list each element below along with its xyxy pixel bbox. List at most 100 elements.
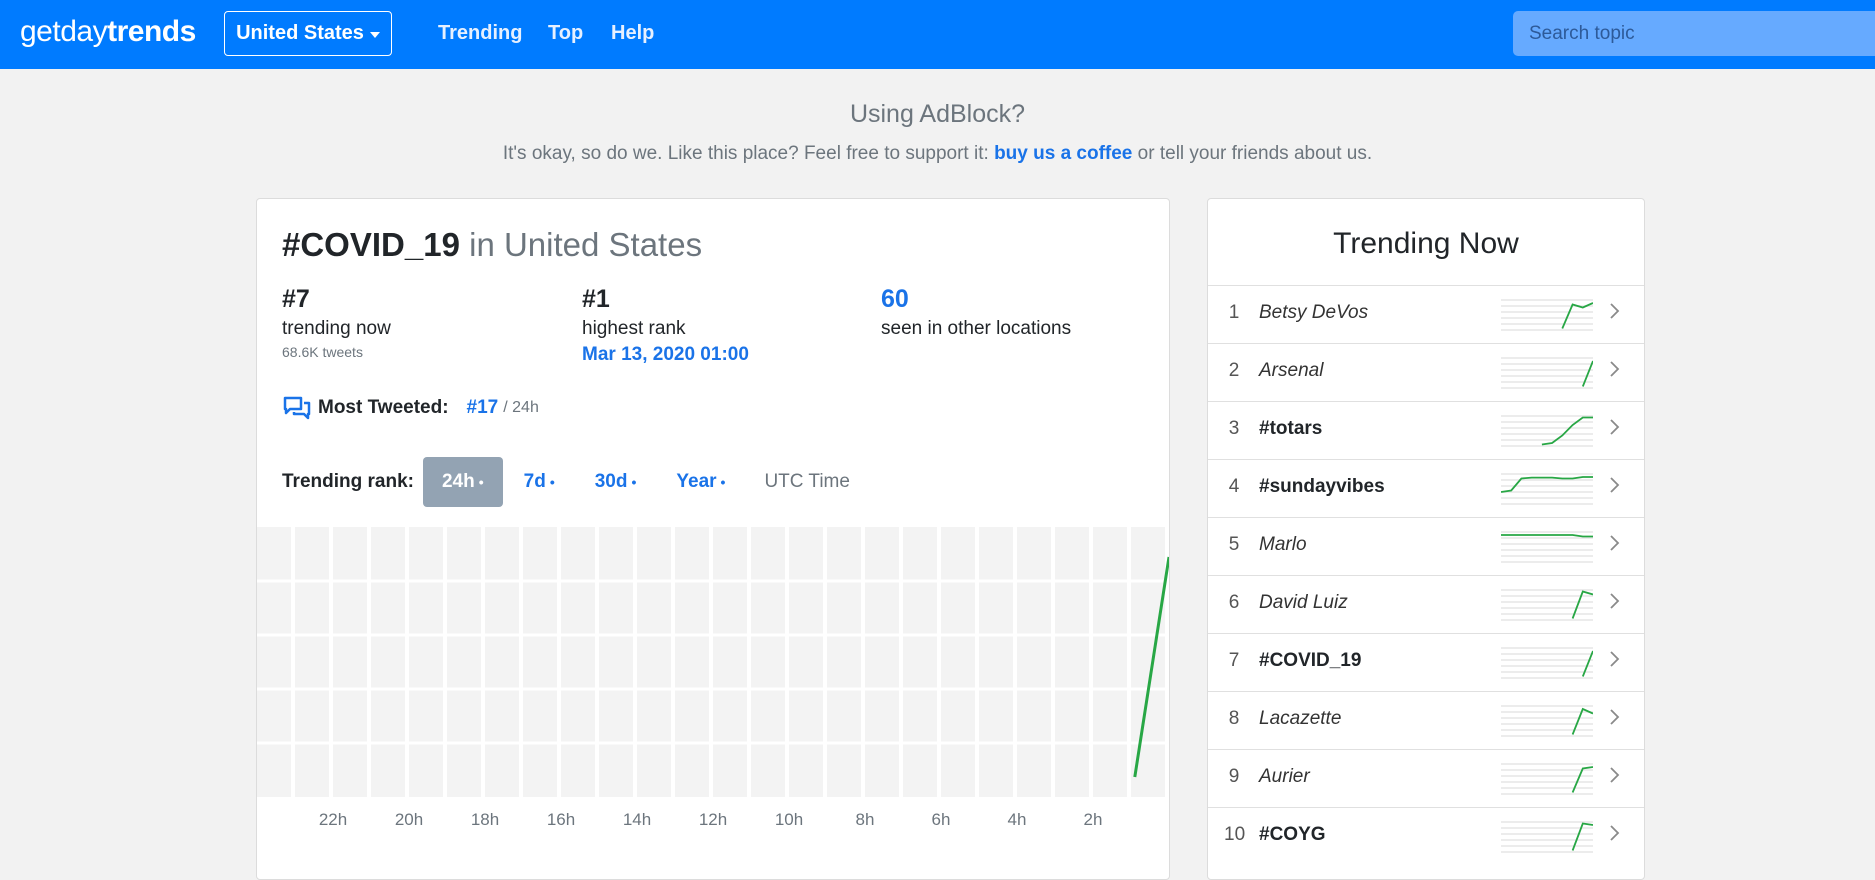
trend-topic-name[interactable]: Betsy DeVos	[1259, 302, 1368, 324]
country-dropdown-button[interactable]: United States	[224, 11, 392, 56]
top-navbar: getdaytrends United States Trending Top …	[0, 0, 1875, 69]
most-tweeted-label: Most Tweeted:	[318, 397, 449, 418]
chevron-right-icon[interactable]	[1604, 706, 1626, 728]
trending-now-label: trending now	[282, 318, 391, 339]
search-input[interactable]	[1513, 11, 1875, 56]
trend-topic-name[interactable]: David Luiz	[1259, 592, 1348, 614]
trend-list-item[interactable]: 10 #COYG	[1208, 807, 1644, 865]
trend-list-item[interactable]: 3 #totars	[1208, 401, 1644, 459]
chevron-right-icon[interactable]	[1604, 532, 1626, 554]
caret-down-icon	[369, 31, 380, 38]
topic-location: in United States	[469, 226, 703, 263]
trend-sparkline	[1501, 589, 1593, 621]
x-tick-label: 12h	[699, 810, 727, 827]
sparkline-series	[1501, 534, 1593, 538]
trend-list-item[interactable]: 7 #COVID_19	[1208, 633, 1644, 691]
chart-grid	[257, 527, 1169, 797]
highest-rank-label: highest rank	[582, 318, 686, 339]
tab-30d-label: 30d	[594, 471, 628, 493]
chevron-right-icon[interactable]	[1604, 648, 1626, 670]
chevron-right-icon[interactable]	[1604, 300, 1626, 322]
other-locations-link[interactable]: 60	[881, 285, 1071, 314]
brand-logo[interactable]: getdaytrends	[20, 15, 196, 49]
trend-sparkline	[1501, 647, 1593, 679]
trend-sparkline	[1501, 705, 1593, 737]
adblock-title: Using AdBlock?	[849, 100, 1026, 128]
trend-rank-number: 3	[1228, 418, 1240, 439]
trend-sparkline	[1501, 763, 1593, 795]
trend-sparkline	[1501, 415, 1593, 447]
brand-part-day: day	[60, 15, 108, 48]
trend-sparkline	[1501, 299, 1593, 331]
trend-topic-name[interactable]: #sundayvibes	[1259, 476, 1385, 498]
trend-rank-number: 7	[1228, 650, 1240, 671]
x-tick-label: 6h	[932, 810, 951, 827]
trend-topic-name[interactable]: #COVID_19	[1259, 650, 1361, 672]
tweet-count: 68.6K tweets	[282, 344, 363, 360]
trend-topic-name[interactable]: Arsenal	[1259, 360, 1323, 382]
dot-icon: •	[631, 474, 637, 490]
trend-list-item[interactable]: 9 Aurier	[1208, 749, 1644, 807]
tab-7d[interactable]: 7d •	[505, 457, 574, 507]
tab-24h-label: 24h	[441, 471, 475, 493]
most-tweeted-rank-link[interactable]: #17	[467, 397, 499, 419]
trend-list-item[interactable]: 5 Marlo	[1208, 517, 1644, 575]
nav-trending-link[interactable]: Trending	[438, 22, 522, 45]
stat-other-locations: 60 seen in other locations	[881, 285, 1071, 340]
trend-list-item[interactable]: 4 #sundayvibes	[1208, 459, 1644, 517]
trend-list-item[interactable]: 1 Betsy DeVos	[1208, 285, 1644, 343]
adblock-message: It's okay, so do we. Like this place? Fe…	[0, 143, 1875, 165]
trending-rank-tabs: Trending rank: 24h • 7d • 30d • Year • UTC T…	[282, 457, 850, 507]
trend-rank-number: 10	[1224, 824, 1246, 845]
trending-now-value: #7	[282, 285, 310, 313]
trend-topic-name[interactable]: Lacazette	[1259, 708, 1341, 730]
trend-rank-number: 5	[1228, 534, 1240, 555]
tab-7d-label: 7d	[523, 471, 546, 493]
trend-sparkline	[1501, 357, 1593, 389]
trend-topic-name[interactable]: #totars	[1259, 418, 1322, 440]
tab-30d[interactable]: 30d •	[576, 457, 656, 507]
chevron-right-icon[interactable]	[1604, 474, 1626, 496]
trend-rank-number: 6	[1228, 592, 1240, 613]
trend-list-item[interactable]: 8 Lacazette	[1208, 691, 1644, 749]
most-tweeted-period: / 24h	[503, 399, 539, 416]
dot-icon: •	[549, 474, 555, 490]
stat-highest-rank: #1 highest rank Mar 13, 2020 01:00	[582, 285, 749, 366]
trend-list-item[interactable]: 6 David Luiz	[1208, 575, 1644, 633]
buy-coffee-link[interactable]: buy us a coffee	[994, 143, 1132, 164]
trend-rank-number: 9	[1228, 766, 1240, 787]
trend-list-item[interactable]: 2 Arsenal	[1208, 343, 1644, 401]
trending-rank-label: Trending rank:	[282, 471, 414, 492]
dot-icon: •	[720, 474, 726, 490]
x-tick-label: 10h	[775, 810, 803, 827]
x-tick-label: 20h	[395, 810, 423, 827]
trend-topic-name[interactable]: Marlo	[1259, 534, 1307, 556]
nav-help-link[interactable]: Help	[611, 22, 654, 45]
trend-topic-name[interactable]: Aurier	[1259, 766, 1310, 788]
topic-heading: #COVID_19 in United States	[282, 226, 702, 264]
x-tick-label: 16h	[547, 810, 575, 827]
trend-topic-name[interactable]: #COYG	[1259, 824, 1326, 846]
chevron-right-icon[interactable]	[1604, 416, 1626, 438]
x-tick-label: 4h	[1008, 810, 1027, 827]
brand-part-get: get	[20, 15, 61, 48]
trend-sparkline	[1501, 473, 1593, 505]
chevron-right-icon[interactable]	[1604, 764, 1626, 786]
tab-24h[interactable]: 24h •	[422, 457, 503, 507]
chevron-right-icon[interactable]	[1604, 590, 1626, 612]
x-tick-label: 18h	[471, 810, 499, 827]
chevron-right-icon[interactable]	[1604, 822, 1626, 844]
trend-rank-number: 2	[1228, 360, 1240, 381]
utc-time-label: UTC Time	[764, 471, 850, 492]
x-tick-label: 22h	[319, 810, 347, 827]
x-tick-label: 8h	[856, 810, 875, 827]
topic-name: #COVID_19	[282, 226, 460, 263]
nav-top-link[interactable]: Top	[548, 22, 583, 45]
adblock-text-after: or tell your friends about us.	[1132, 143, 1373, 164]
tab-year-label: Year	[676, 471, 717, 493]
tab-year[interactable]: Year •	[657, 457, 744, 507]
trending-now-title: Trending Now	[1333, 227, 1519, 260]
dot-icon: •	[478, 474, 484, 490]
chevron-right-icon[interactable]	[1604, 358, 1626, 380]
highest-rank-date-link[interactable]: Mar 13, 2020 01:00	[582, 344, 749, 366]
